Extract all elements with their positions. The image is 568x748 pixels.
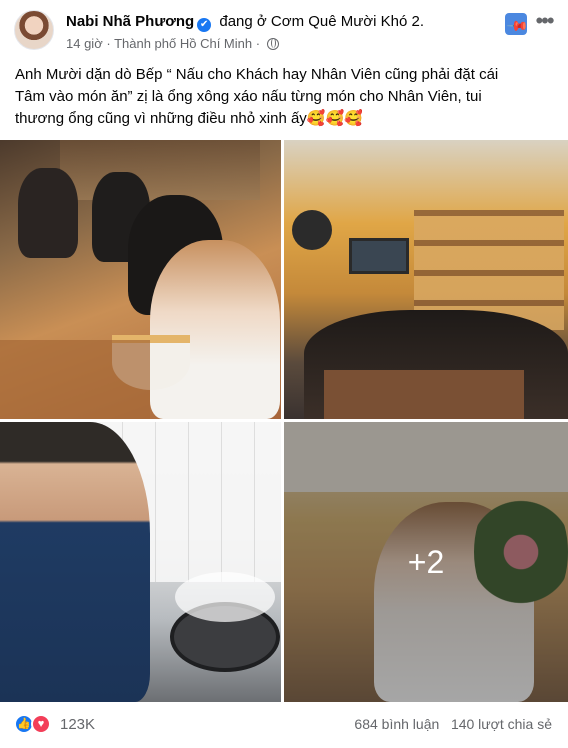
more-photos-overlay[interactable]: +2 xyxy=(284,422,568,702)
share-count[interactable]: 140 lượt chia sẻ xyxy=(451,716,552,732)
steam-shape xyxy=(175,572,275,622)
checkin-place[interactable]: đang ở Cơm Quê Mười Khó 2. xyxy=(219,13,424,30)
person-shape xyxy=(18,168,78,258)
cook-shape xyxy=(0,422,150,702)
comment-count[interactable]: 684 bình luận xyxy=(354,716,439,732)
author-name[interactable]: Nabi Nhã Phương xyxy=(66,13,194,30)
post-text-line: Tâm vào món ăn” zị là ổng xông xáo nấu t… xyxy=(15,88,482,105)
post-footer: 👍 ♥ 123K 684 bình luận 140 lượt chia sẻ xyxy=(0,702,568,748)
post-location[interactable]: Thành phố Hồ Chí Minh xyxy=(114,36,252,51)
engagement-stats: 684 bình luận 140 lượt chia sẻ xyxy=(354,716,552,732)
more-photos-count: +2 xyxy=(407,543,445,580)
post-title-line: Nabi Nhã Phương ✔ đang ở Cơm Quê Mười Khó… xyxy=(66,13,424,32)
meta-separator: · xyxy=(106,36,111,51)
table-shape xyxy=(0,340,150,419)
photo-2[interactable] xyxy=(284,140,568,419)
shelf-shape xyxy=(60,140,260,200)
author-avatar[interactable] xyxy=(14,10,54,50)
fan-shape xyxy=(292,210,332,250)
table-shape xyxy=(324,370,524,419)
person-shape xyxy=(150,240,280,419)
post-text-line: thương ổng cũng vì những điều nhỏ xinh ấ… xyxy=(15,108,555,130)
emoji-text: 🥰🥰🥰 xyxy=(306,110,363,127)
photo-grid: +2 xyxy=(0,140,568,702)
reaction-count[interactable]: 123K xyxy=(60,716,95,733)
post-text-line-3: thương ổng cũng vì những điều nhỏ xinh ấ… xyxy=(15,110,307,127)
window-shape xyxy=(349,238,409,274)
post-text: Anh Mười dặn dò Bếp “ Nấu cho Khách hay … xyxy=(15,64,555,130)
post-text-line: Anh Mười dặn dò Bếp “ Nấu cho Khách hay … xyxy=(15,66,499,83)
post-time[interactable]: 14 giờ xyxy=(66,36,103,51)
photo-3[interactable] xyxy=(0,422,281,702)
photo-4[interactable]: +2 xyxy=(284,422,568,702)
more-options-icon[interactable]: ••• xyxy=(532,8,556,38)
love-icon: ♥ xyxy=(31,714,51,734)
post-meta: 14 giờ · Thành phố Hồ Chí Minh · xyxy=(66,36,279,51)
pin-icon: 📌 xyxy=(506,14,530,38)
post-header: Nabi Nhã Phương ✔ đang ở Cơm Quê Mười Khó… xyxy=(0,0,568,58)
reaction-icons[interactable]: 👍 ♥ xyxy=(14,714,54,734)
photo-1[interactable] xyxy=(0,140,281,419)
globe-icon[interactable] xyxy=(266,38,279,50)
meta-separator: · xyxy=(255,36,261,51)
verified-badge-icon: ✔ xyxy=(197,18,212,32)
pin-button[interactable]: 📌 xyxy=(505,13,530,38)
